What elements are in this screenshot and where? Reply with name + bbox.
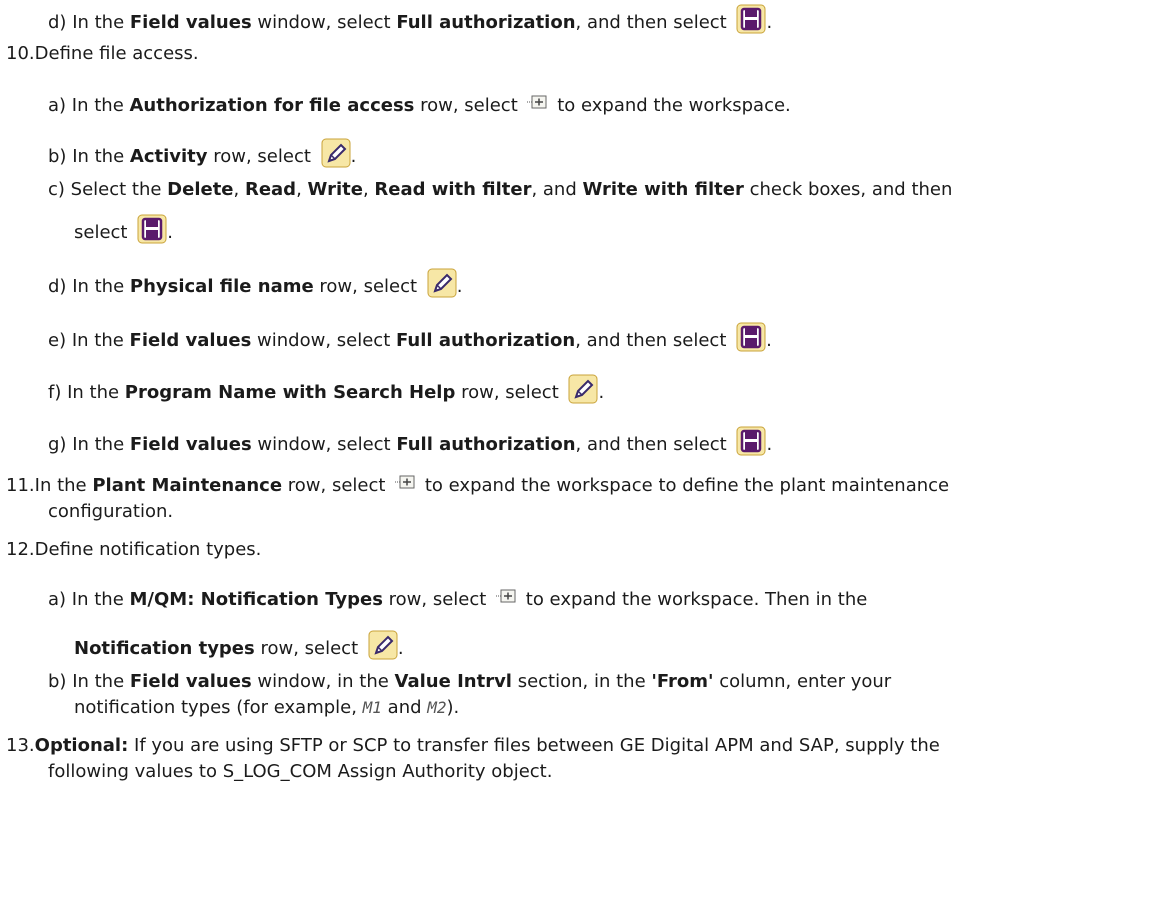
save-floppy-icon [736, 4, 766, 34]
edit-pencil-icon [427, 268, 457, 298]
step-10c: c) Select the Delete, Read, Write, Read … [48, 179, 953, 200]
step-d-field-values: d) In the Field values window, select Fu… [48, 4, 772, 35]
expand-node-icon [496, 589, 516, 603]
step-11-cont: configuration. [48, 501, 174, 522]
step-12b: b) In the Field values window, in the Va… [48, 671, 892, 692]
edit-pencil-icon [321, 138, 351, 168]
step-11: 11.In the Plant Maintenance row, select … [6, 475, 950, 496]
expand-node-icon [527, 95, 547, 109]
step-10c-cont: select . [74, 214, 173, 245]
save-floppy-icon [137, 214, 167, 244]
step-13-cont: following values to S_LOG_COM Assign Aut… [48, 761, 553, 782]
step-12b-cont: notification types (for example, M1 and … [74, 697, 460, 718]
step-12a: a) In the M/QM: Notification Types row, … [48, 589, 868, 610]
edit-pencil-icon [568, 374, 598, 404]
step-13: 13.Optional: If you are using SFTP or SC… [6, 735, 940, 756]
step-10b: b) In the Activity row, select . [48, 138, 356, 169]
step-10a: a) In the Authorization for file access … [48, 95, 791, 116]
save-floppy-icon [736, 426, 766, 456]
step-10d: d) In the Physical file name row, select… [48, 268, 463, 299]
step-12: 12.Define notification types. [6, 539, 262, 560]
step-10g: g) In the Field values window, select Fu… [48, 426, 772, 457]
save-floppy-icon [736, 322, 766, 352]
edit-pencil-icon [368, 630, 398, 660]
step-12a-cont: Notification types row, select . [74, 630, 404, 661]
step-10: 10.Define file access. [6, 43, 199, 64]
step-10f: f) In the Program Name with Search Help … [48, 374, 604, 405]
step-10e: e) In the Field values window, select Fu… [48, 322, 772, 353]
expand-node-icon [395, 475, 415, 489]
